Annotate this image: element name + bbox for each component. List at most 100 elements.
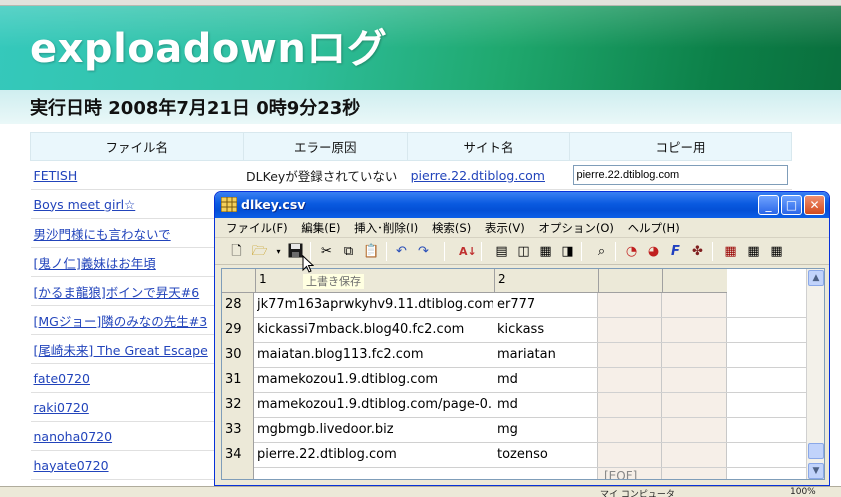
vertical-scrollbar[interactable]: ▲ ▼ (806, 269, 824, 479)
cell-key[interactable]: md (497, 372, 518, 387)
file-link[interactable]: [鬼ノ仁]義妹はお年頃 (34, 256, 156, 271)
paste-icon[interactable]: 📋 (363, 243, 380, 260)
table-row: FETISH DLKeyが登録されていない pierre.22.dtiblog.… (30, 160, 792, 190)
menu-insert-delete[interactable]: 挿入･削除(I) (349, 218, 423, 236)
window-title: dlkey.csv (241, 197, 306, 212)
grid3-icon[interactable]: ▦ (768, 243, 785, 260)
cell-key[interactable]: mariatan (497, 347, 556, 362)
font-icon[interactable]: F (667, 243, 684, 260)
cell-domain[interactable]: mamekozou1.9.dtiblog.com/page-0.l (257, 397, 493, 412)
settings-icon[interactable]: ✤ (689, 243, 706, 260)
insert-row-icon[interactable]: ▤ (493, 243, 510, 260)
site-link[interactable]: pierre.22.dtiblog.com (411, 168, 545, 183)
file-link[interactable]: Boys meet girl☆ (34, 197, 136, 212)
file-link[interactable]: nanoha0720 (34, 429, 113, 444)
menu-edit[interactable]: 編集(E) (296, 218, 345, 236)
open-dropdown-icon[interactable]: ▾ (270, 243, 287, 260)
csv-editor-window: dlkey.csv _ □ ✕ ファイル(F) 編集(E) 挿入･削除(I) 検… (214, 191, 830, 486)
find-icon[interactable]: ⌕ (593, 243, 610, 260)
datetime-bar: 実行日時 2008年7月21日 0時9分23秒 (0, 90, 841, 124)
replace-icon[interactable]: ◔ (623, 243, 640, 260)
sort-icon[interactable]: A↓ (459, 243, 477, 260)
grid-row[interactable]: 29 kickassi7mback.blog40.fc2.com kickass (222, 318, 806, 343)
col-header-3[interactable] (598, 269, 662, 293)
minimize-button[interactable]: _ (758, 195, 779, 215)
copy-icon[interactable]: ⧉ (340, 243, 357, 260)
col-header-4[interactable] (662, 269, 727, 293)
col-header-error: エラー原因 (242, 132, 409, 161)
scroll-up-icon[interactable]: ▲ (808, 270, 824, 286)
cell-domain[interactable]: pierre.22.dtiblog.com (257, 447, 493, 462)
col-header-2[interactable]: 2 (494, 269, 598, 293)
cell-domain[interactable]: mamekozou1.9.dtiblog.com (257, 372, 493, 387)
file-link[interactable]: hayate0720 (34, 458, 109, 473)
close-button[interactable]: ✕ (804, 195, 825, 215)
file-link[interactable]: fate0720 (34, 371, 90, 386)
cell-domain[interactable]: jk77m163aprwkyhv9.11.dtiblog.com (257, 297, 493, 312)
grid-row[interactable]: 30 maiatan.blog113.fc2.com mariatan (222, 343, 806, 368)
new-icon[interactable]: 🗋 (228, 243, 245, 260)
maximize-button[interactable]: □ (781, 195, 802, 215)
cell-key[interactable]: mg (497, 422, 518, 437)
scroll-thumb[interactable] (808, 443, 824, 459)
cell-key[interactable]: kickass (497, 322, 544, 337)
grid-row[interactable]: 31 mamekozou1.9.dtiblog.com md (222, 368, 806, 393)
grid-row[interactable]: 32 mamekozou1.9.dtiblog.com/page-0.l md (222, 393, 806, 418)
cut-icon[interactable]: ✂ (318, 243, 335, 260)
run-datetime: 実行日時 2008年7月21日 0時9分23秒 (30, 98, 361, 119)
eof-marker: [EOF] (604, 469, 638, 480)
col-header-copy: コピー用 (569, 132, 792, 161)
csv-grid[interactable]: 1 2 28 jk77m163aprwkyhv9.11.dtiblog.com … (221, 268, 825, 480)
toolbar-separator (712, 242, 713, 261)
zoom-level[interactable]: 100% (790, 487, 816, 497)
row-number[interactable] (222, 468, 254, 479)
menu-search[interactable]: 検索(S) (427, 218, 476, 236)
cell-domain[interactable]: mgbmgb.livedoor.biz (257, 422, 493, 437)
menu-help[interactable]: ヘルプ(H) (623, 218, 685, 236)
insert-column-icon[interactable]: ◫ (515, 243, 532, 260)
menu-bar: ファイル(F) 編集(E) 挿入･削除(I) 検索(S) 表示(V) オプション… (215, 218, 829, 238)
window-titlebar[interactable]: dlkey.csv _ □ ✕ (215, 192, 829, 218)
undo-icon[interactable]: ↶ (393, 243, 410, 260)
delete-row-icon[interactable]: ▦ (537, 243, 554, 260)
mouse-cursor-icon (302, 255, 314, 273)
cell-domain[interactable]: maiatan.blog113.fc2.com (257, 347, 493, 362)
cell-key[interactable]: tozenso (497, 447, 548, 462)
grid-row[interactable]: 28 jk77m163aprwkyhv9.11.dtiblog.com er77… (222, 293, 806, 318)
toolbar-separator (615, 242, 616, 261)
goto-icon[interactable]: ◕ (645, 243, 662, 260)
cell-key[interactable]: er777 (497, 297, 535, 312)
file-link[interactable]: FETISH (34, 168, 78, 183)
file-link[interactable]: [尾崎未来] The Great Escape (34, 343, 208, 358)
toolbar-separator (481, 242, 482, 261)
open-icon[interactable]: 🗁 (251, 243, 268, 260)
redo-icon[interactable]: ↷ (415, 243, 432, 260)
col-header-1[interactable]: 1 (255, 269, 494, 293)
delete-column-icon[interactable]: ◨ (559, 243, 576, 260)
grid-row[interactable]: 33 mgbmgb.livedoor.biz mg (222, 418, 806, 443)
copy-field[interactable] (572, 165, 788, 185)
zone-label: マイ コンピュータ (600, 490, 675, 497)
menu-options[interactable]: オプション(O) (533, 218, 619, 236)
row-number[interactable]: 28 (222, 293, 254, 318)
file-link[interactable]: raki0720 (34, 400, 89, 415)
grid2-icon[interactable]: ▦ (745, 243, 762, 260)
file-link[interactable]: 男沙門様にも言わないで (34, 227, 171, 242)
row-number[interactable]: 32 (222, 393, 254, 418)
grid-row[interactable]: 34 pierre.22.dtiblog.com tozenso (222, 443, 806, 468)
file-link[interactable]: [かるま龍狼]ボインで昇天#6 (34, 285, 200, 300)
row-number[interactable]: 33 (222, 418, 254, 443)
cell-key[interactable]: md (497, 397, 518, 412)
file-link[interactable]: [MGジョー]隣のみなの先生#3 (34, 314, 208, 329)
row-number[interactable]: 29 (222, 318, 254, 343)
menu-file[interactable]: ファイル(F) (221, 218, 293, 236)
scroll-down-icon[interactable]: ▼ (808, 463, 824, 479)
row-number[interactable]: 31 (222, 368, 254, 393)
grid1-icon[interactable]: ▦ (722, 243, 739, 260)
row-number[interactable]: 30 (222, 343, 254, 368)
cell-domain[interactable]: kickassi7mback.blog40.fc2.com (257, 322, 493, 337)
grid-row[interactable] (222, 468, 806, 479)
menu-view[interactable]: 表示(V) (480, 218, 530, 236)
row-number[interactable]: 34 (222, 443, 254, 468)
col-header-site: サイト名 (407, 132, 570, 161)
